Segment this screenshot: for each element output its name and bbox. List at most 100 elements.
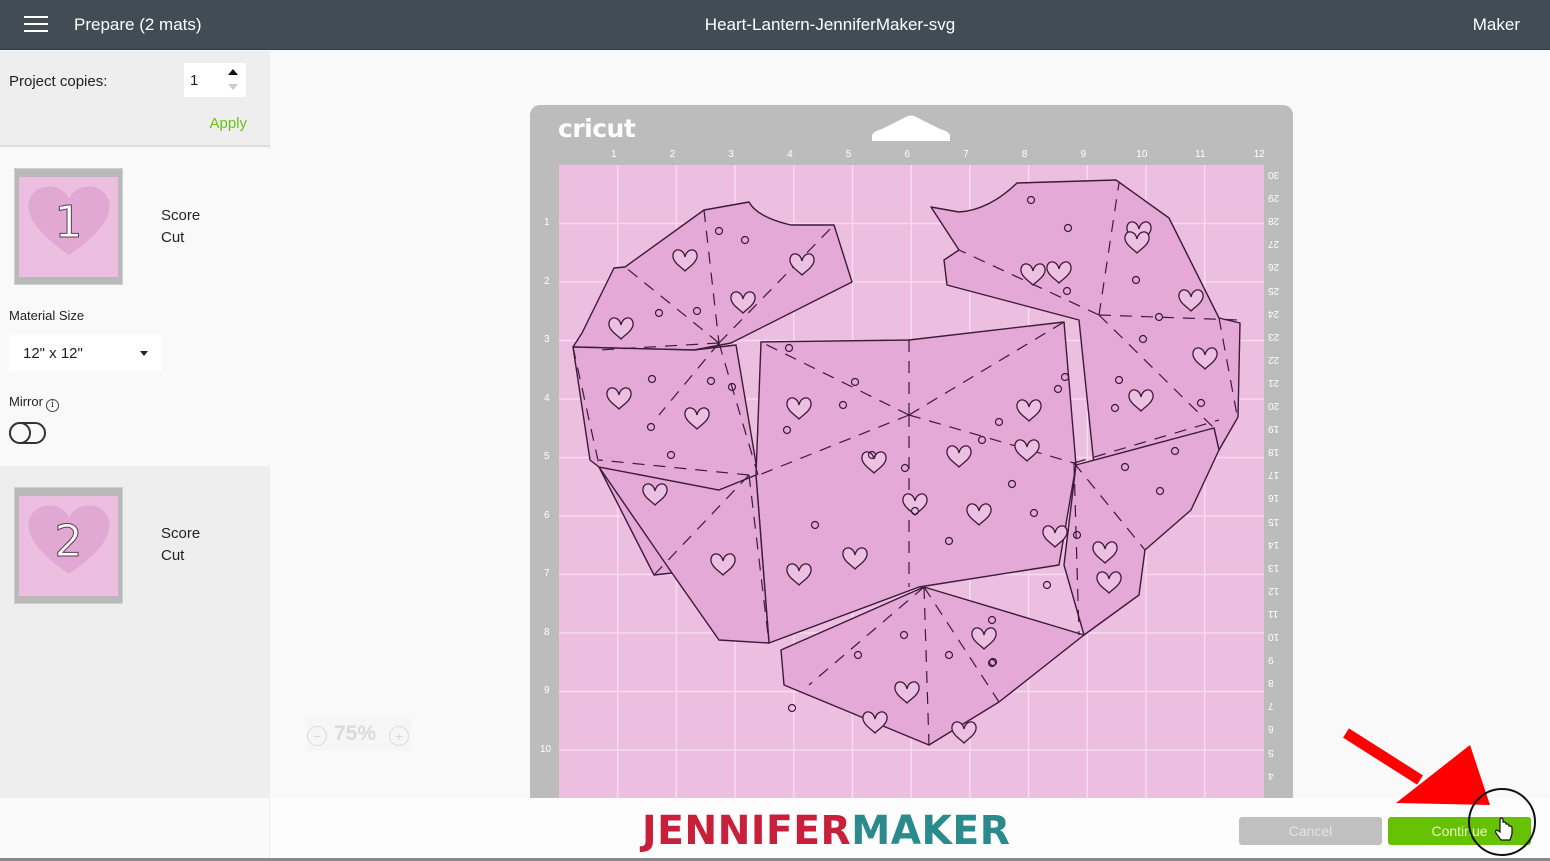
top-ruler-tick: 4 bbox=[787, 149, 793, 160]
left-ruler-tick: 1 bbox=[544, 217, 550, 228]
top-ruler-tick: 7 bbox=[963, 149, 969, 160]
top-ruler-tick: 1 bbox=[611, 149, 617, 160]
operation-score: Score bbox=[161, 525, 201, 542]
material-size-label: Material Size bbox=[9, 308, 85, 323]
cricut-logo: cricut bbox=[558, 114, 636, 143]
right-ruler-tick: 15 bbox=[1268, 515, 1280, 527]
left-ruler-tick: 5 bbox=[544, 451, 550, 462]
toggle-knob bbox=[9, 422, 31, 444]
dot-cutout bbox=[787, 703, 797, 713]
right-ruler-tick: 17 bbox=[1268, 469, 1280, 481]
zoom-control: − 75% + bbox=[307, 717, 411, 751]
right-ruler-tick: 21 bbox=[1268, 376, 1280, 388]
top-ruler-tick: 8 bbox=[1021, 149, 1028, 160]
left-ruler-tick: 10 bbox=[540, 743, 552, 755]
mat-card-2[interactable]: 2 Score Cut bbox=[0, 466, 270, 798]
mat-card-1[interactable]: 1 Score Cut Material Size 12" x 12" Mirr… bbox=[0, 148, 270, 466]
material-size-value: 12" x 12" bbox=[23, 345, 83, 362]
increment-arrow-icon[interactable] bbox=[228, 69, 238, 75]
top-ruler-tick: 12 bbox=[1253, 149, 1265, 160]
left-ruler-tick: 9 bbox=[544, 685, 550, 696]
chevron-down-icon bbox=[140, 351, 148, 356]
right-ruler-tick: 9 bbox=[1268, 654, 1274, 666]
top-ruler-tick: 6 bbox=[904, 149, 911, 160]
mirror-toggle[interactable] bbox=[9, 422, 46, 444]
jennifermaker-logo: JENNIFERMAKER bbox=[642, 808, 1010, 854]
apply-button[interactable]: Apply bbox=[209, 115, 247, 132]
continue-button[interactable]: Continue bbox=[1388, 817, 1531, 845]
left-ruler-tick: 7 bbox=[544, 568, 550, 579]
right-ruler-tick: 23 bbox=[1268, 330, 1280, 342]
left-ruler-tick: 2 bbox=[544, 275, 550, 287]
hamburger-menu-icon[interactable] bbox=[24, 16, 48, 34]
project-copies-value[interactable]: 1 bbox=[190, 72, 198, 89]
operation-score: Score bbox=[161, 207, 201, 224]
right-ruler-tick: 5 bbox=[1268, 746, 1274, 758]
logo-maker: MAKER bbox=[851, 808, 1011, 854]
project-name: Heart-Lantern-JenniferMaker-svg bbox=[704, 15, 956, 34]
right-ruler-tick: 29 bbox=[1268, 192, 1280, 204]
mat-number: 2 bbox=[54, 516, 83, 568]
right-ruler-tick: 13 bbox=[1268, 561, 1280, 573]
project-copies-panel: Project copies: 1 Apply bbox=[0, 51, 270, 147]
right-ruler-tick: 19 bbox=[1268, 423, 1280, 435]
left-ruler-tick: 6 bbox=[544, 509, 550, 521]
mat-preview-canvas[interactable]: cricut 1 2 3 4 5 6 7 8 9 10 11 12 1 2 3 4 5 6 7 8 9 10 30 29 2… bbox=[271, 51, 1550, 798]
dot-cutout bbox=[1042, 580, 1052, 590]
info-icon[interactable]: i bbox=[45, 399, 59, 412]
right-ruler-tick: 8 bbox=[1268, 677, 1274, 689]
material-size-dropdown[interactable]: 12" x 12" bbox=[9, 335, 161, 371]
operation-cut: Cut bbox=[161, 547, 185, 564]
right-ruler-tick: 24 bbox=[1268, 307, 1280, 319]
mirror-label: Mirror i bbox=[9, 394, 59, 412]
machine-selector[interactable]: Maker bbox=[1473, 15, 1520, 35]
right-ruler-tick: 20 bbox=[1268, 400, 1280, 411]
right-ruler-tick: 26 bbox=[1268, 261, 1280, 273]
right-ruler: 30 29 28 27 26 25 24 23 22 21 20 19 18 17 16 15 14 13 12 11… bbox=[1266, 165, 1288, 798]
mat-thumbnail-2[interactable]: 2 bbox=[14, 487, 123, 604]
right-ruler-tick: 27 bbox=[1268, 238, 1280, 250]
top-ruler-tick: 10 bbox=[1136, 149, 1148, 160]
cancel-button[interactable]: Cancel bbox=[1239, 817, 1382, 845]
top-ruler: 1 2 3 4 5 6 7 8 9 10 11 12 bbox=[559, 149, 1265, 163]
heart-lantern-design[interactable] bbox=[559, 165, 1264, 798]
cutting-mat: cricut 1 2 3 4 5 6 7 8 9 10 11 12 1 2 3 4 5 6 7 8 9 10 30 29 2… bbox=[530, 105, 1293, 798]
left-ruler: 1 2 3 4 5 6 7 8 9 10 bbox=[538, 165, 558, 798]
project-copies-stepper[interactable]: 1 bbox=[184, 63, 246, 97]
top-ruler-tick: 9 bbox=[1080, 149, 1087, 160]
left-ruler-tick: 3 bbox=[544, 334, 550, 345]
mat-number: 1 bbox=[54, 197, 83, 249]
right-ruler-tick: 4 bbox=[1268, 769, 1274, 781]
mirror-label-text: Mirror bbox=[9, 394, 43, 409]
left-ruler-tick: 8 bbox=[544, 626, 550, 638]
zoom-in-button[interactable]: + bbox=[389, 726, 409, 746]
top-ruler-tick: 3 bbox=[728, 149, 734, 160]
right-ruler-tick: 22 bbox=[1268, 353, 1280, 365]
zoom-out-button[interactable]: − bbox=[307, 726, 327, 746]
right-ruler-tick: 6 bbox=[1268, 723, 1274, 735]
operation-cut: Cut bbox=[161, 229, 185, 246]
footer: JENNIFERMAKER Cancel Continue bbox=[0, 798, 1550, 861]
page-title: Prepare (2 mats) bbox=[74, 15, 202, 34]
heart-cutout bbox=[951, 721, 977, 744]
right-ruler-tick: 10 bbox=[1268, 631, 1280, 642]
mat-grid bbox=[559, 165, 1264, 798]
decrement-arrow-icon[interactable] bbox=[228, 84, 238, 90]
logo-jennifer: JENNIFER bbox=[642, 808, 852, 854]
right-ruler-tick: 28 bbox=[1268, 215, 1280, 227]
right-ruler-tick: 11 bbox=[1268, 607, 1279, 619]
right-ruler-tick: 14 bbox=[1268, 538, 1280, 550]
mat-thumbnail-1[interactable]: 1 bbox=[14, 168, 123, 285]
project-copies-label: Project copies: bbox=[9, 73, 108, 90]
top-ruler-tick: 2 bbox=[669, 149, 676, 160]
right-ruler-tick: 16 bbox=[1268, 492, 1280, 504]
zoom-level: 75% bbox=[334, 722, 377, 745]
right-ruler-tick: 30 bbox=[1268, 169, 1280, 180]
right-ruler-tick: 12 bbox=[1268, 584, 1280, 596]
right-ruler-tick: 7 bbox=[1268, 700, 1274, 712]
left-ruler-tick: 4 bbox=[544, 392, 550, 404]
footer-sidebar-strip bbox=[0, 798, 270, 858]
top-ruler-tick: 11 bbox=[1195, 149, 1206, 160]
top-bar: Prepare (2 mats) Heart-Lantern-JenniferM… bbox=[0, 0, 1550, 50]
mat-operations: Score Cut bbox=[161, 523, 200, 567]
